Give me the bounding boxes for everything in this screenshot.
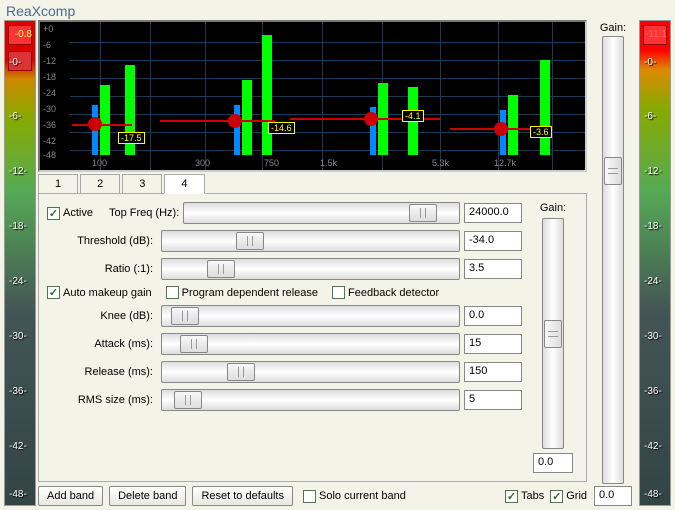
band-gain-label: Gain: <box>540 202 566 214</box>
feedback-detector-checkbox[interactable]: Feedback detector <box>332 286 439 299</box>
output-gain-value[interactable]: 0.0 <box>594 486 632 506</box>
top-freq-value[interactable]: 24000.0 <box>464 203 522 223</box>
delete-band-button[interactable]: Delete band <box>109 486 186 506</box>
ratio-slider[interactable] <box>161 258 460 280</box>
release-value[interactable]: 150 <box>464 362 522 382</box>
band-gain-value[interactable]: 0.0 <box>533 453 573 473</box>
output-meter-right: -11.1 -0- -6- -12- -18- -24- -30- -36- -… <box>639 20 671 506</box>
attack-slider[interactable] <box>161 333 460 355</box>
add-band-button[interactable]: Add band <box>38 486 103 506</box>
input-meter-left: -0.8 -0- -6- -12- -18- -24- -30- -36- -4… <box>4 20 36 506</box>
auto-makeup-checkbox[interactable]: ✓Auto makeup gain <box>47 286 152 299</box>
tab-1[interactable]: 1 <box>38 174 78 194</box>
ratio-value[interactable]: 3.5 <box>464 259 522 279</box>
tab-3[interactable]: 3 <box>122 174 162 194</box>
band-gain-slider[interactable] <box>542 218 564 449</box>
threshold-label: Threshold (dB): <box>47 235 157 247</box>
tabs-checkbox[interactable]: ✓Tabs <box>505 490 544 503</box>
top-freq-slider[interactable] <box>183 202 460 224</box>
band-panel: ✓Active Top Freq (Hz): 24000.0 Threshold… <box>38 193 587 482</box>
knee-slider[interactable] <box>161 305 460 327</box>
release-slider[interactable] <box>161 361 460 383</box>
tab-4[interactable]: 4 <box>164 174 204 194</box>
output-gain-slider[interactable] <box>602 36 624 484</box>
program-dependent-checkbox[interactable]: Program dependent release <box>166 286 318 299</box>
reset-defaults-button[interactable]: Reset to defaults <box>192 486 293 506</box>
output-gain-label: Gain: <box>600 22 626 34</box>
rms-label: RMS size (ms): <box>47 394 157 406</box>
rms-value[interactable]: 5 <box>464 390 522 410</box>
rms-slider[interactable] <box>161 389 460 411</box>
threshold-value[interactable]: -34.0 <box>464 231 522 251</box>
attack-label: Attack (ms): <box>47 338 157 350</box>
meter-left-peak: -0.8 <box>15 29 32 40</box>
active-checkbox[interactable]: ✓Active <box>47 207 93 220</box>
release-label: Release (ms): <box>47 366 157 378</box>
knee-label: Knee (dB): <box>47 310 157 322</box>
threshold-slider[interactable] <box>161 230 460 252</box>
tab-2[interactable]: 2 <box>80 174 120 194</box>
solo-band-checkbox[interactable]: Solo current band <box>303 490 406 503</box>
top-freq-label: Top Freq (Hz): <box>109 207 179 219</box>
band-tabs: 1 2 3 4 <box>38 174 587 194</box>
ratio-label: Ratio (:1): <box>47 263 157 275</box>
grid-checkbox[interactable]: ✓Grid <box>550 490 587 503</box>
window-title: ReaXcomp <box>0 0 675 20</box>
meter-right-peak: -11.1 <box>645 29 667 40</box>
knee-value[interactable]: 0.0 <box>464 306 522 326</box>
attack-value[interactable]: 15 <box>464 334 522 354</box>
spectrum-graph[interactable]: +0 -6 -12 -18 -24 -30 -36 -42 -48 100 30… <box>38 20 587 172</box>
